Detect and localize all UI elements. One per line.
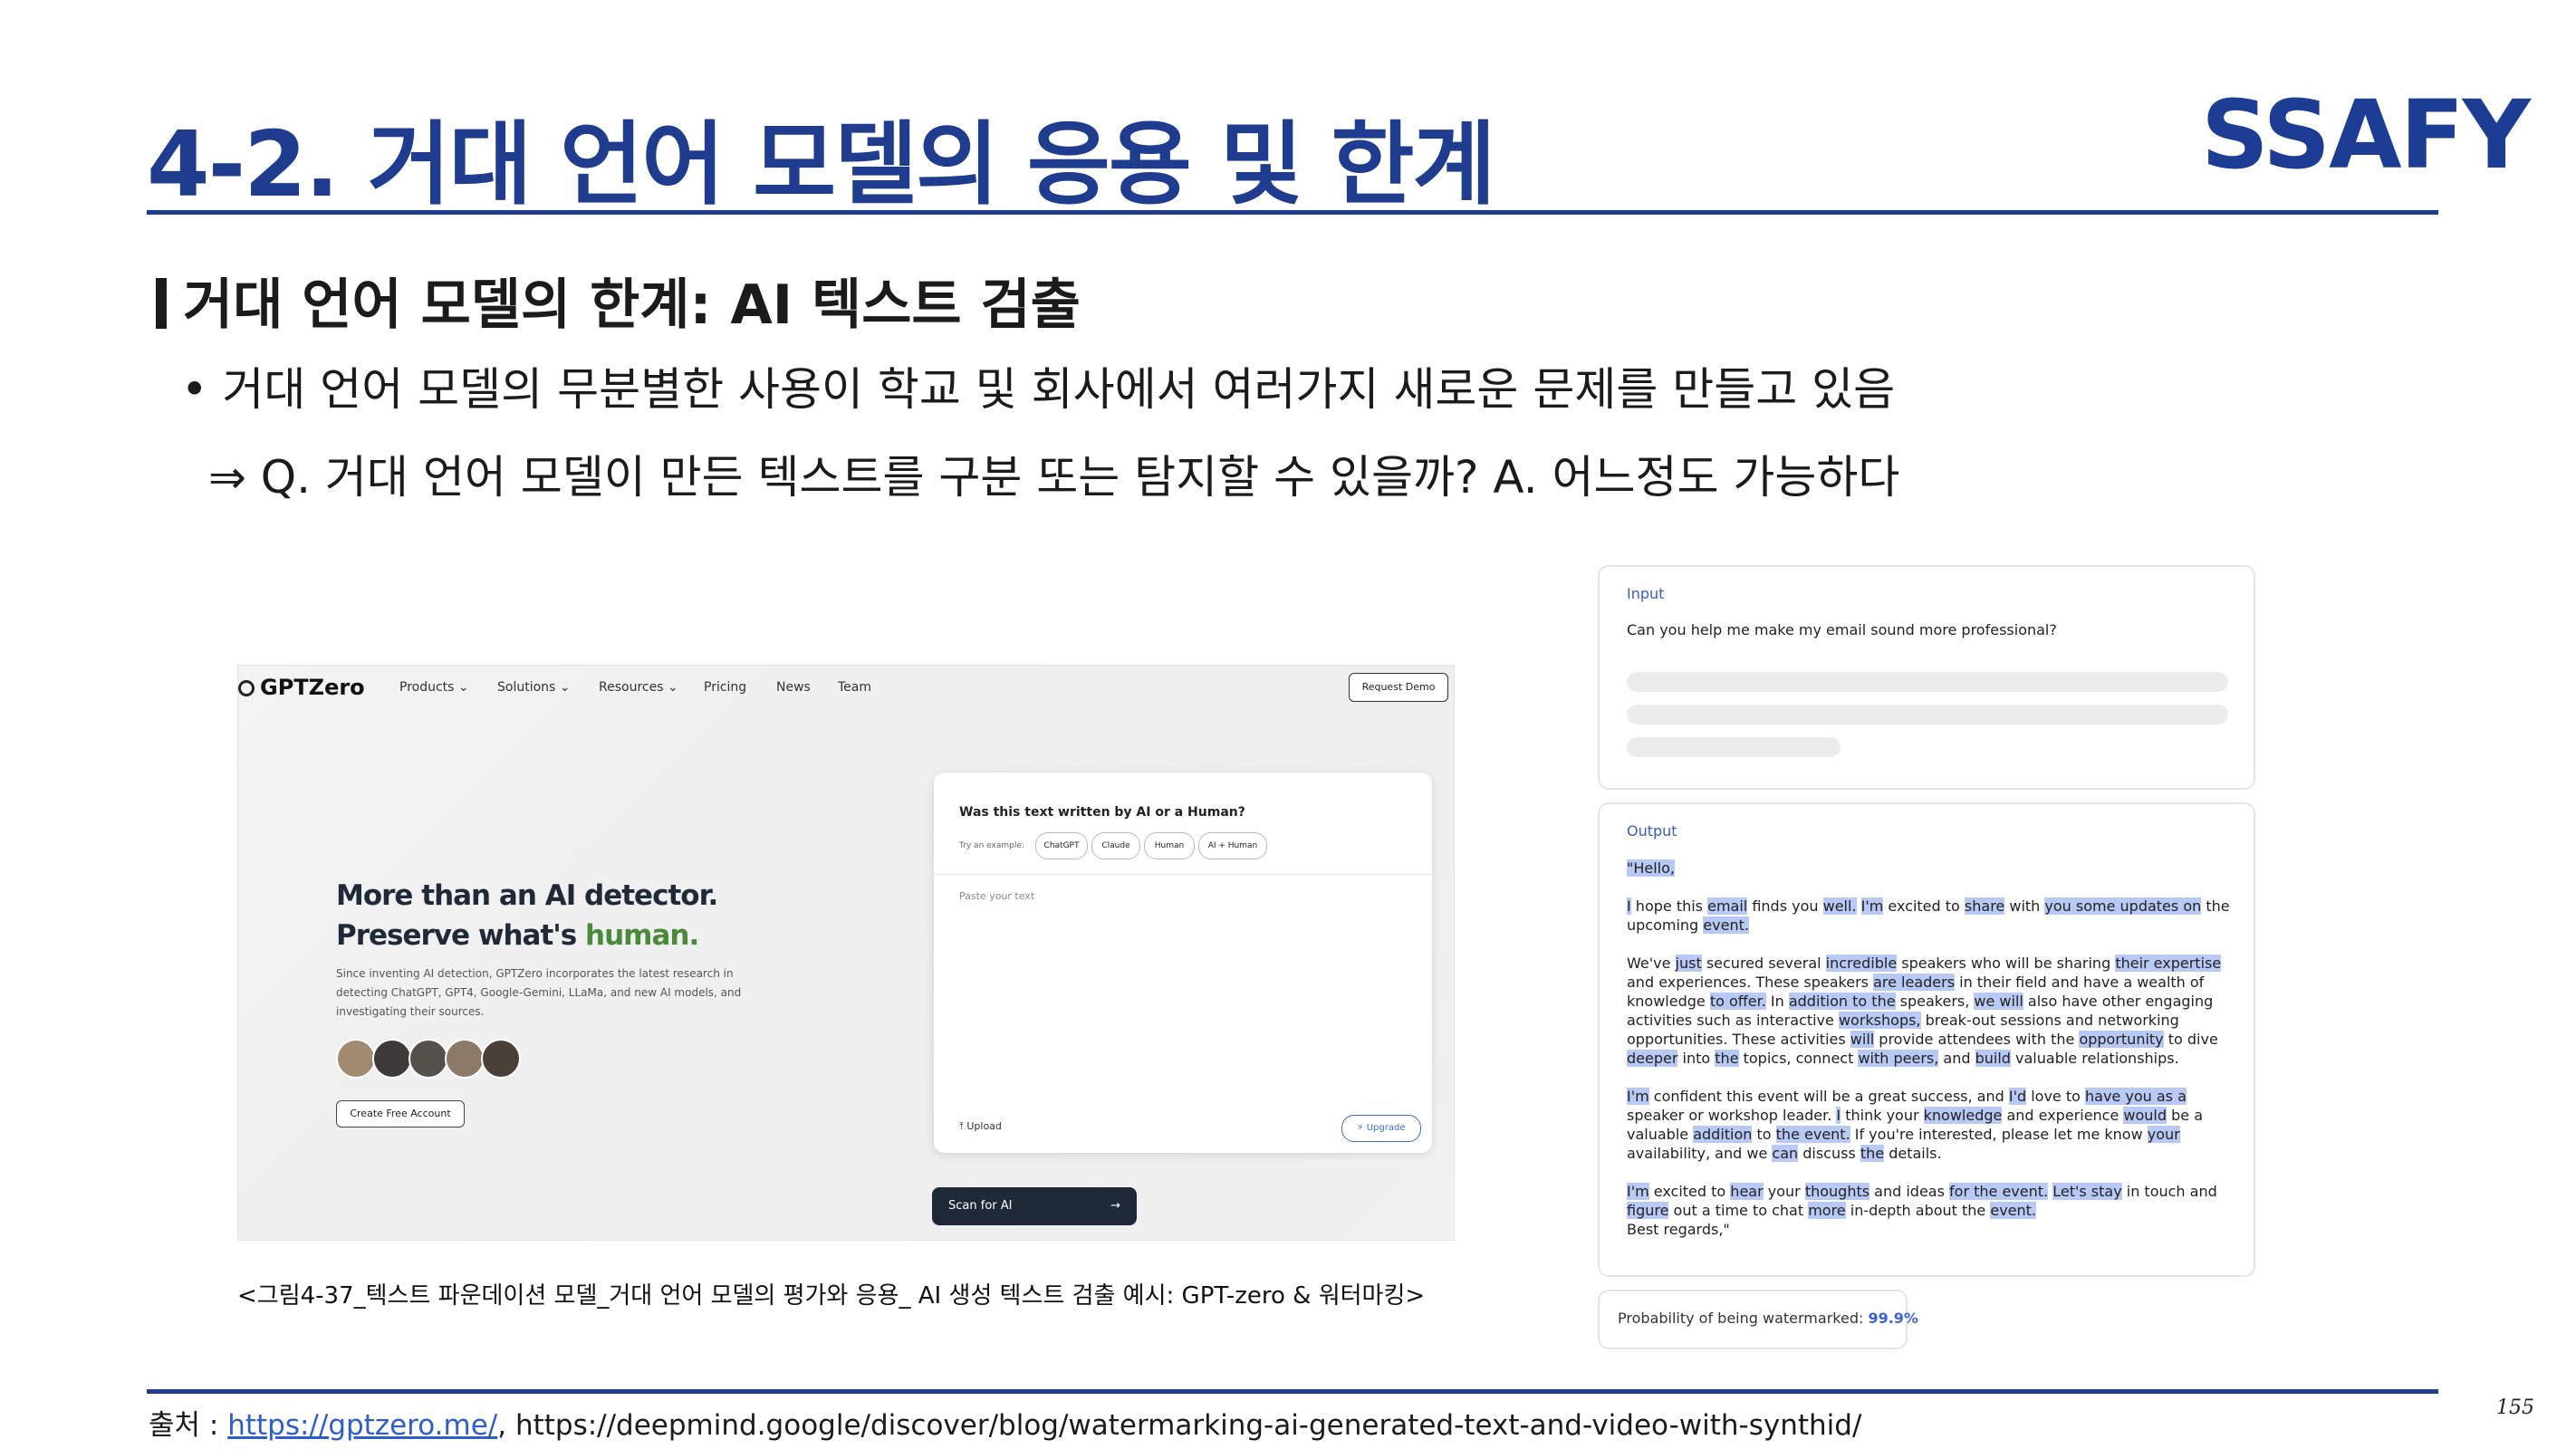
gptzero-screenshot: GPTZero Products ⌄ Solutions ⌄ Resources…	[237, 665, 1455, 1241]
gptzero-mark-icon	[238, 680, 255, 696]
output-label: Output	[1627, 822, 1677, 840]
input-label: Input	[1627, 585, 1665, 602]
chip-claude[interactable]: Claude	[1091, 832, 1140, 859]
arrow-right-icon: →	[1110, 1199, 1120, 1213]
bullet-text: • 거대 언어 모델의 무분별한 사용이 학교 및 회사에서 여러가지 새로운 …	[181, 363, 1896, 416]
output-panel: Output "Hello, I hope this email finds y…	[1598, 802, 2255, 1277]
chip-ai-human[interactable]: AI + Human	[1198, 832, 1267, 859]
avatar	[481, 1039, 521, 1079]
request-demo-button[interactable]: Request Demo	[1349, 673, 1448, 702]
title-divider	[147, 210, 2438, 215]
nav-team[interactable]: Team	[838, 680, 871, 695]
gptzero-nav: GPTZero Products ⌄ Solutions ⌄ Resources…	[238, 666, 1454, 709]
detector-card: Was this text written by AI or a Human? …	[934, 772, 1432, 1153]
section-heading-text: 거대 언어 모델의 한계: AI 텍스트 검출	[183, 273, 1081, 337]
upgrade-button[interactable]: ⚡ Upgrade	[1341, 1115, 1421, 1142]
text-input-area[interactable]: Paste your text	[959, 890, 1034, 902]
input-panel: Input Can you help me make my email soun…	[1598, 565, 2255, 790]
section-heading: 거대 언어 모델의 한계: AI 텍스트 검출	[156, 261, 1081, 340]
ssafy-logo: SSAFY	[2201, 80, 2531, 190]
nav-news[interactable]: News	[776, 680, 811, 695]
nav-resources[interactable]: Resources ⌄	[599, 680, 678, 695]
skeleton-line	[1627, 705, 2228, 724]
gptzero-link[interactable]: https://gptzero.me/	[227, 1409, 497, 1442]
gptzero-logo[interactable]: GPTZero	[238, 675, 365, 700]
slide-title: 4-2. 거대 언어 모델의 응용 및 한계	[147, 111, 1496, 217]
chip-human[interactable]: Human	[1144, 832, 1195, 859]
nav-solutions[interactable]: Solutions ⌄	[497, 680, 571, 695]
nav-products[interactable]: Products ⌄	[399, 680, 469, 695]
try-example-label: Try an example:	[959, 841, 1024, 850]
nav-pricing[interactable]: Pricing	[704, 680, 746, 695]
avatar	[336, 1039, 376, 1079]
source-line: 출처 : https://gptzero.me/, https://deepmi…	[149, 1409, 1862, 1442]
qa-text: ⇒ Q. 거대 언어 모델이 만든 텍스트를 구분 또는 탐지할 수 있을까? …	[208, 451, 1900, 504]
detector-question: Was this text written by AI or a Human?	[959, 805, 1245, 820]
user-avatars	[336, 1039, 521, 1082]
avatar	[445, 1039, 485, 1079]
heading-bar	[156, 278, 167, 329]
probability-text: Probability of being watermarked: 99.9%	[1618, 1310, 1918, 1327]
scan-button[interactable]: Scan for AI →	[932, 1187, 1137, 1225]
gptzero-description: Since inventing AI detection, GPTZero in…	[336, 967, 742, 1018]
probability-box: Probability of being watermarked: 99.9%	[1598, 1290, 1918, 1349]
card-divider	[934, 874, 1432, 875]
watermarked-output-text: "Hello, I hope this email finds you well…	[1627, 859, 2230, 1238]
footer-divider	[147, 1389, 2438, 1394]
gptzero-headline: More than an AI detector. Preserve what'…	[336, 879, 718, 952]
page-number: 155	[2496, 1396, 2534, 1419]
avatar	[409, 1039, 448, 1079]
figure-caption: <그림4-37_텍스트 파운데이션 모델_거대 언어 모델의 평가와 응용_ A…	[237, 1282, 1426, 1310]
avatar	[372, 1039, 412, 1079]
create-account-button[interactable]: Create Free Account	[336, 1100, 465, 1128]
skeleton-line	[1627, 737, 1841, 757]
input-text: Can you help me make my email sound more…	[1627, 621, 2057, 638]
upload-button[interactable]: ⤒ Upload	[959, 1120, 1002, 1133]
chip-chatgpt[interactable]: ChatGPT	[1035, 832, 1088, 859]
probability-value: 99.9%	[1868, 1310, 1918, 1327]
skeleton-line	[1627, 672, 2228, 692]
